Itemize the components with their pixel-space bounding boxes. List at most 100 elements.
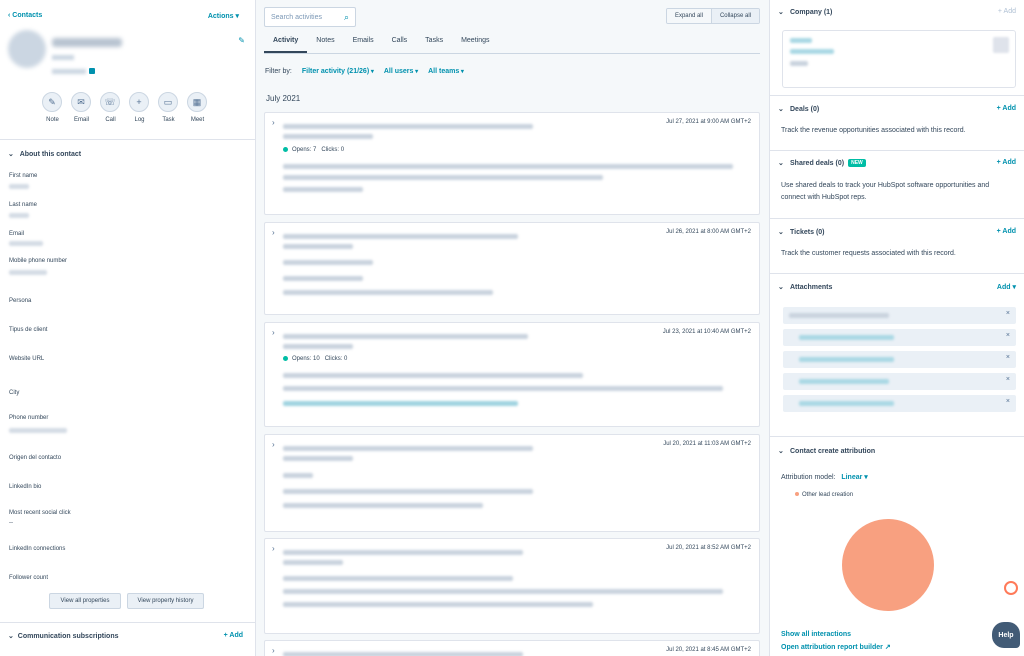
quick-action-meet[interactable]: ▦ Meet — [187, 92, 208, 123]
activity-card[interactable]: › Jul 20, 2021 at 8:52 AM GMT+2 — [264, 538, 760, 634]
tab-notes[interactable]: Notes — [307, 32, 343, 53]
copy-icon[interactable] — [89, 68, 95, 74]
prop-client-type: Tipus de client — [9, 327, 48, 333]
activity-card[interactable]: › Jul 20, 2021 at 8:45 AM GMT+2 — [264, 640, 760, 656]
attribution-header[interactable]: ⌄ Contact create attribution — [778, 447, 875, 455]
contact-sidebar: ‹ Contacts Actions ▾ ✎ ✎ Note ✉ Email ☏ Cal… — [0, 0, 256, 656]
quick-action-email[interactable]: ✉ Email — [71, 92, 92, 123]
filter-label: Filter by: — [265, 68, 292, 75]
attachments-header[interactable]: ⌄ Attachments — [778, 283, 832, 291]
edit-pencil-icon[interactable]: ✎ — [238, 36, 245, 45]
view-property-history-button[interactable]: View property history — [127, 593, 204, 609]
company-add-button[interactable]: + Add — [998, 8, 1016, 15]
company-section-header[interactable]: ⌄ Company (1) — [778, 8, 832, 16]
back-to-contacts-link[interactable]: ‹ Contacts — [8, 12, 42, 19]
deals-header[interactable]: ⌄ Deals (0) — [778, 105, 819, 113]
tab-meetings[interactable]: Meetings — [452, 32, 498, 53]
prop-follower-count: Follower count — [9, 575, 49, 581]
open-attribution-report-link[interactable]: Open attribution report builder ↗ — [781, 643, 891, 651]
tickets-header[interactable]: ⌄ Tickets (0) — [778, 228, 825, 236]
attachments-add-dropdown[interactable]: Add ▾ — [997, 283, 1016, 291]
chevron-down-icon: ⌄ — [8, 633, 14, 640]
search-activities-input[interactable]: Search activities ⌕ — [264, 7, 356, 27]
filter-activity-dropdown[interactable]: Filter activity (21/26) — [302, 68, 374, 75]
prop-value[interactable] — [9, 428, 67, 433]
filter-users-dropdown[interactable]: All users — [384, 68, 418, 75]
shared-deals-header[interactable]: ⌄ Shared deals (0) NEW — [778, 159, 866, 167]
chevron-right-icon[interactable]: › — [272, 440, 275, 449]
chevron-right-icon[interactable]: › — [272, 118, 275, 127]
activity-card[interactable]: › Jul 23, 2021 at 10:40 AM GMT+2 Opens: … — [264, 322, 760, 427]
hubspot-sprocket-icon[interactable] — [1004, 581, 1018, 595]
legend-swatch — [795, 492, 799, 496]
plus-icon: + — [129, 92, 149, 112]
quick-action-task[interactable]: ▭ Task — [158, 92, 179, 123]
activity-card[interactable]: › Jul 26, 2021 at 8:00 AM GMT+2 — [264, 222, 760, 315]
filter-teams-dropdown[interactable]: All teams — [428, 68, 464, 75]
chevron-down-icon: ⌄ — [778, 9, 784, 16]
shared-deals-add-button[interactable]: + Add — [997, 159, 1016, 166]
about-section-header[interactable]: ⌄ About this contact — [0, 139, 255, 168]
company-card[interactable] — [782, 30, 1016, 88]
chevron-down-icon: ⌄ — [778, 160, 784, 167]
activity-tabs: Activity Notes Emails Calls Tasks Meetin… — [264, 32, 760, 54]
attachment-item[interactable]: × — [783, 395, 1016, 412]
deals-add-button[interactable]: + Add — [997, 105, 1016, 112]
prop-value[interactable] — [9, 270, 47, 275]
tab-tasks[interactable]: Tasks — [416, 32, 452, 53]
comm-add-button[interactable]: + Add — [224, 632, 243, 639]
tab-calls[interactable]: Calls — [383, 32, 417, 53]
task-icon: ▭ — [158, 92, 178, 112]
tickets-description: Track the customer requests associated w… — [781, 250, 956, 257]
expand-all-button[interactable]: Expand all — [666, 9, 711, 23]
show-all-interactions-link[interactable]: Show all interactions — [781, 631, 851, 638]
remove-icon[interactable]: × — [1006, 332, 1010, 339]
prop-value[interactable] — [9, 184, 29, 189]
search-icon: ⌕ — [343, 11, 349, 22]
attachment-item[interactable]: × — [783, 329, 1016, 346]
prop-social-click-value[interactable]: -- — [9, 520, 13, 526]
quick-action-log[interactable]: + Log — [129, 92, 150, 123]
chevron-right-icon[interactable]: › — [272, 646, 275, 655]
remove-icon[interactable]: × — [1006, 398, 1010, 405]
chevron-down-icon: ⌄ — [778, 229, 784, 236]
attachment-item[interactable]: × — [783, 307, 1016, 324]
prop-last-name: Last name — [9, 202, 38, 208]
chevron-right-icon[interactable]: › — [272, 228, 275, 237]
prop-value[interactable] — [9, 241, 43, 246]
help-button[interactable]: Help — [992, 622, 1020, 648]
remove-icon[interactable]: × — [1006, 376, 1010, 383]
chevron-down-icon: ⌄ — [778, 106, 784, 113]
chevron-down-icon: ⌄ — [8, 151, 14, 158]
view-all-properties-button[interactable]: View all properties — [49, 593, 121, 609]
attribution-model-dropdown[interactable]: Linear ▾ — [841, 474, 867, 481]
sidebar-header: ‹ Contacts Actions ▾ — [0, 0, 255, 34]
activity-date: Jul 23, 2021 at 10:40 AM GMT+2 — [662, 329, 751, 335]
quick-actions: ✎ Note ✉ Email ☏ Call + Log ▭ Task ▦ Meet — [42, 92, 208, 123]
attachment-item[interactable]: × — [783, 351, 1016, 368]
quick-action-note[interactable]: ✎ Note — [42, 92, 63, 123]
status-dot — [283, 147, 288, 152]
attachment-item[interactable]: × — [783, 373, 1016, 390]
chevron-right-icon[interactable]: › — [272, 544, 275, 553]
quick-action-call[interactable]: ☏ Call — [100, 92, 121, 123]
tickets-add-button[interactable]: + Add — [997, 228, 1016, 235]
tab-emails[interactable]: Emails — [344, 32, 383, 53]
activity-date: Jul 20, 2021 at 11:03 AM GMT+2 — [663, 441, 751, 447]
communication-subscriptions-header[interactable]: ⌄ Communication subscriptions + Add — [0, 622, 255, 649]
status-dot — [283, 356, 288, 361]
remove-icon[interactable]: × — [1006, 310, 1010, 317]
prop-value[interactable] — [9, 213, 29, 218]
remove-icon[interactable]: × — [1006, 354, 1010, 361]
chevron-right-icon[interactable]: › — [272, 328, 275, 337]
actions-menu[interactable]: Actions ▾ — [208, 12, 239, 20]
attribution-model: Attribution model: Linear ▾ — [781, 474, 868, 481]
associations-sidebar: ⌄ Company (1) + Add ⌄ Deals (0) + Add Trac… — [769, 0, 1024, 656]
collapse-all-button[interactable]: Collapse all — [710, 9, 759, 23]
tickets-section: ⌄ Tickets (0) + Add Track the customer re… — [770, 218, 1024, 273]
contact-email — [52, 69, 86, 74]
tab-activity[interactable]: Activity — [264, 32, 308, 53]
company-logo — [993, 37, 1009, 53]
activity-card[interactable]: › Jul 27, 2021 at 9:00 AM GMT+2 Opens: 7… — [264, 112, 760, 215]
activity-card[interactable]: › Jul 20, 2021 at 11:03 AM GMT+2 — [264, 434, 760, 532]
